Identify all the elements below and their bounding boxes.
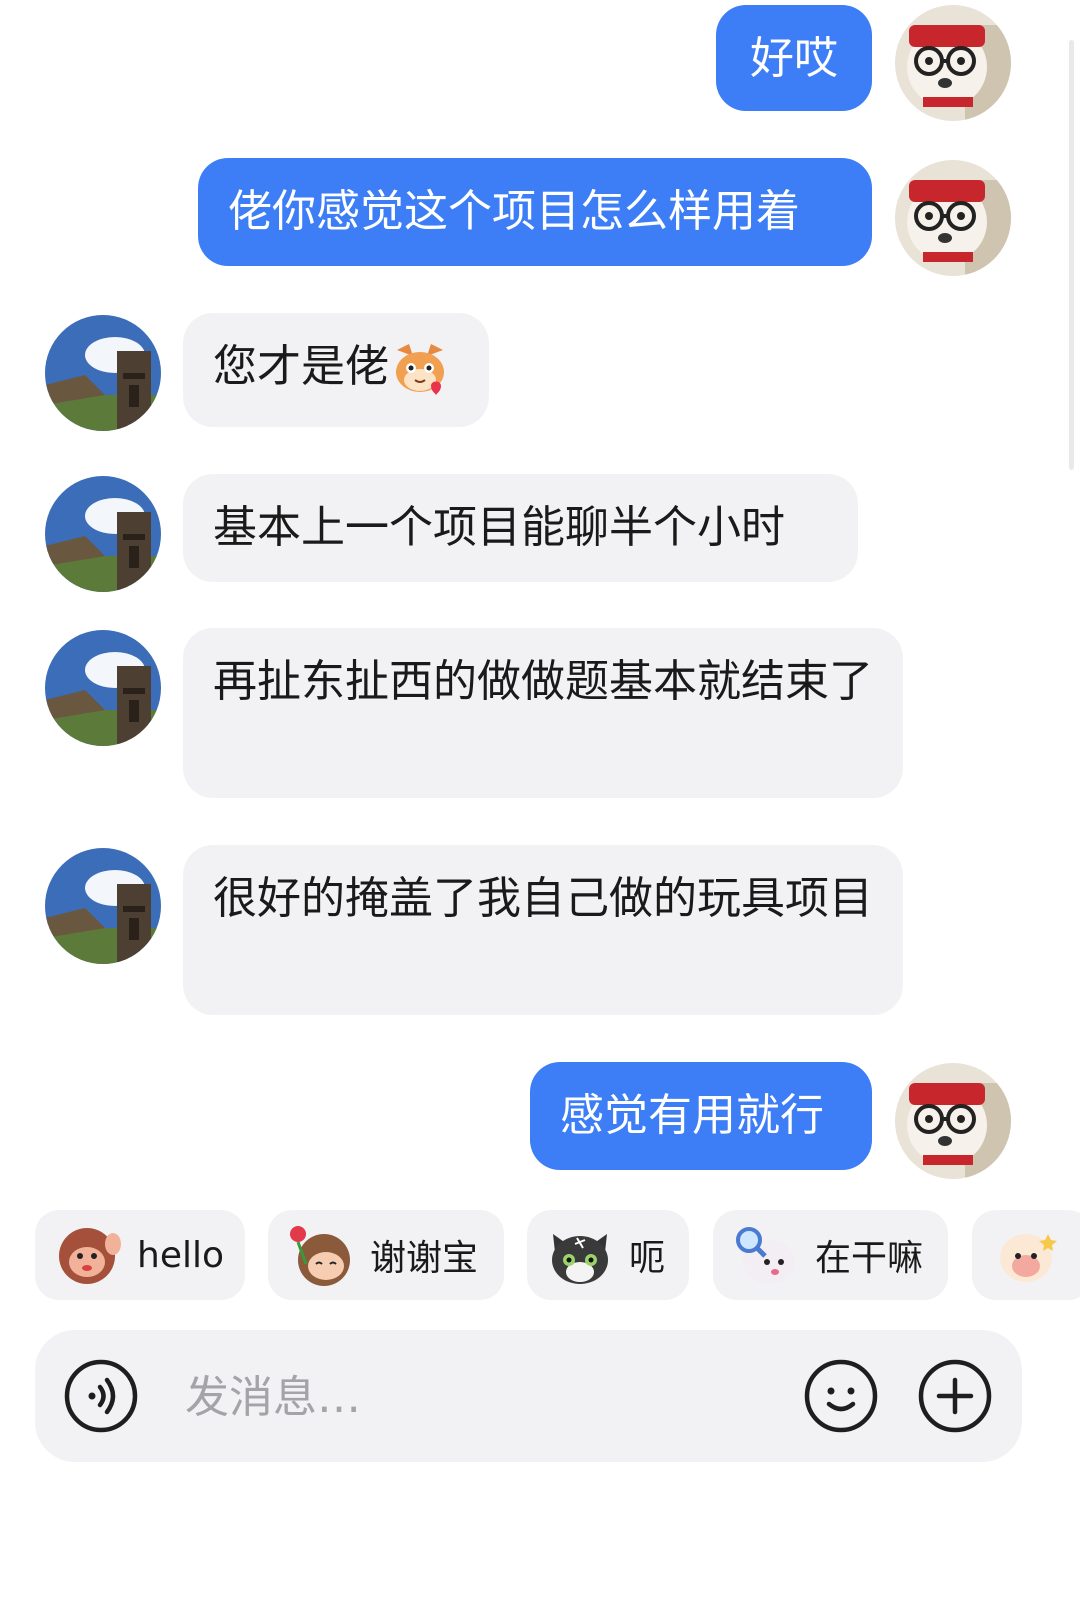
plus-icon[interactable] (917, 1358, 993, 1434)
scrollbar[interactable] (1069, 40, 1074, 470)
cat-heart-emoji (396, 344, 444, 396)
message-composer (35, 1330, 1022, 1462)
sticker-chip-label: 谢谢宝 (370, 1238, 479, 1279)
message-text: 感觉有用就行 (560, 1090, 824, 1141)
contact-avatar[interactable] (45, 630, 161, 746)
message-input[interactable] (183, 1360, 747, 1434)
message-bubble-incoming[interactable]: 很好的掩盖了我自己做的玩具项目 (183, 845, 903, 1015)
message-bubble-outgoing[interactable]: 感觉有用就行 (530, 1062, 872, 1170)
voice-icon[interactable] (63, 1358, 139, 1434)
message-bubble-outgoing[interactable]: 佬你感觉这个项目怎么样用着 (198, 158, 872, 266)
smile-icon[interactable] (803, 1358, 879, 1434)
self-avatar[interactable] (895, 160, 1011, 276)
message-bubble-outgoing[interactable]: 好哎 (716, 5, 872, 111)
waving-monkey-sticker (59, 1228, 121, 1284)
cat-face-sticker (552, 1234, 608, 1284)
sticker-chip-label: 在干嘛 (815, 1238, 924, 1279)
magnifier-sheep-sticker (736, 1227, 795, 1284)
message-bubble-incoming[interactable]: 基本上一个项目能聊半个小时 (183, 474, 858, 582)
contact-avatar[interactable] (45, 848, 161, 964)
sticker-chip-sheep[interactable] (972, 1210, 1080, 1300)
contact-avatar[interactable] (45, 476, 161, 592)
sticker-chip-label: 呃 (629, 1238, 666, 1279)
sticker-chip-label: hello (137, 1234, 224, 1276)
self-avatar[interactable] (895, 5, 1011, 121)
girl-with-rose-sticker (290, 1226, 350, 1286)
sticker-chip-thanks[interactable]: 谢谢宝 (268, 1210, 504, 1300)
sticker-chip-what-doing[interactable]: 在干嘛 (713, 1210, 948, 1300)
quick-sticker-bar: hello 谢谢宝 呃 在干嘛 (0, 1210, 1080, 1302)
message-text: 很好的掩盖了我自己做的玩具项目 (213, 873, 873, 924)
message-bubble-incoming[interactable]: 您才是佬 (183, 313, 489, 427)
self-avatar[interactable] (895, 1063, 1011, 1179)
message-text: 您才是佬 (213, 341, 389, 392)
sticker-chip-uh[interactable]: 呃 (527, 1210, 689, 1300)
message-bubble-incoming[interactable]: 再扯东扯西的做做题基本就结束了 (183, 628, 903, 798)
message-text: 佬你感觉这个项目怎么样用着 (228, 186, 800, 237)
sheep-sticker (1000, 1234, 1057, 1282)
message-text: 再扯东扯西的做做题基本就结束了 (213, 656, 873, 707)
sticker-chip-hello[interactable]: hello (35, 1210, 245, 1300)
contact-avatar[interactable] (45, 315, 161, 431)
message-text: 基本上一个项目能聊半个小时 (213, 502, 785, 553)
message-text: 好哎 (750, 33, 838, 84)
